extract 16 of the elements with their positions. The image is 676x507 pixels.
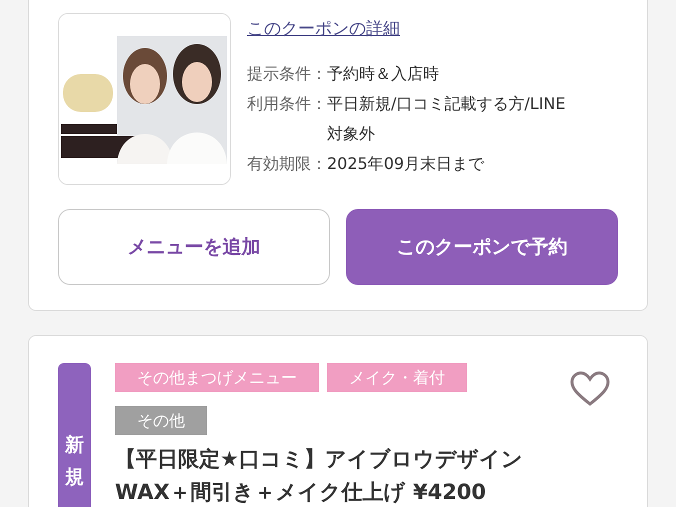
- condition-value: 予約時＆入店時: [327, 62, 440, 84]
- condition-value: 2025年09月末日まで: [327, 152, 486, 174]
- new-badge: 新規: [58, 363, 91, 507]
- separator: ：: [311, 152, 327, 174]
- separator: ：: [311, 92, 327, 114]
- separator: ：: [311, 62, 327, 84]
- category-tag[interactable]: その他: [115, 406, 207, 435]
- menu-title[interactable]: 【平日限定★口コミ】アイブロウデザインWAX＋間引き＋メイク仕上げ ¥4200: [115, 443, 527, 507]
- reserve-button[interactable]: このクーポンで予約: [346, 209, 618, 285]
- condition-value: 平日新規/口コミ記載する方/LINE対象外: [327, 92, 566, 144]
- add-menu-button[interactable]: メニューを追加: [58, 209, 330, 285]
- condition-label: 有効期限: [247, 152, 311, 174]
- condition-label: 利用条件: [247, 92, 311, 114]
- condition-label: 提示条件: [247, 62, 311, 84]
- heart-icon[interactable]: [570, 371, 610, 407]
- coupon-detail-link[interactable]: このクーポンの詳細: [247, 17, 400, 42]
